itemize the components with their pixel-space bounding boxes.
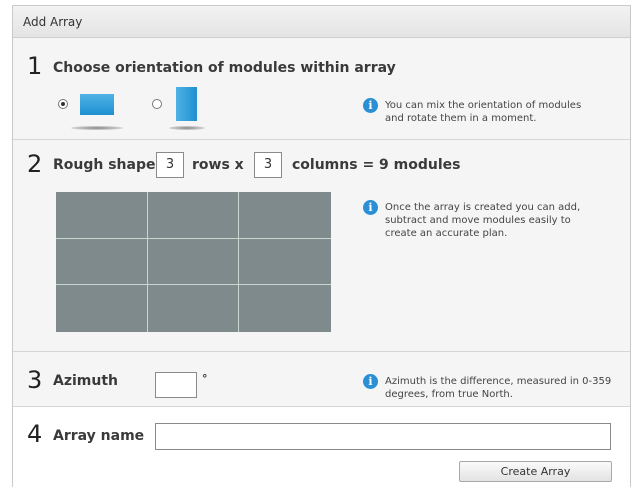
array-name-input[interactable] (155, 423, 611, 450)
columns-input[interactable]: 3 (254, 152, 282, 178)
info-icon: i (363, 98, 378, 113)
azimuth-section: 3 Azimuth ° i Azimuth is the difference,… (13, 352, 630, 407)
info-line: You can mix the orientation of modules (385, 100, 582, 111)
step-number: 2 (27, 150, 43, 178)
create-array-button[interactable]: Create Array (459, 461, 612, 482)
step-number: 3 (27, 366, 43, 394)
info-line: Once the array is created you can add, (385, 202, 581, 213)
array-name-label: Array name (53, 428, 145, 444)
grid-module (239, 285, 331, 332)
grid-module (239, 192, 331, 239)
grid-module (56, 192, 148, 239)
array-name-section: 4 Array name Create Array (13, 407, 630, 487)
landscape-radio[interactable] (58, 99, 68, 109)
info-icon: i (363, 200, 378, 215)
grid-module (147, 238, 240, 286)
array-preview-grid[interactable] (56, 192, 331, 332)
landscape-module-icon[interactable] (80, 94, 114, 115)
module-shadow (169, 126, 205, 130)
info-line: Azimuth is the difference, measured in 0… (385, 376, 612, 387)
degree-symbol: ° (202, 372, 208, 385)
info-icon: i (363, 374, 378, 389)
info-line: and rotate them in a moment. (385, 113, 537, 124)
info-line: degrees, from true North. (385, 389, 513, 400)
step-number: 1 (27, 52, 43, 80)
dialog-titlebar: Add Array (13, 6, 630, 38)
orientation-heading: Choose orientation of modules within arr… (53, 60, 396, 76)
rows-label: rows x (192, 157, 244, 173)
grid-module (147, 192, 240, 239)
info-line: create an accurate plan. (385, 228, 508, 239)
dialog-title: Add Array (23, 15, 83, 29)
columns-label: columns = 9 modules (292, 157, 461, 173)
grid-module (56, 238, 148, 286)
rough-shape-label: Rough shape (53, 157, 156, 173)
azimuth-label: Azimuth (53, 373, 118, 389)
rows-input[interactable]: 3 (156, 152, 184, 178)
grid-module (56, 285, 148, 332)
info-line: subtract and move modules easily to (385, 215, 571, 226)
portrait-radio[interactable] (152, 99, 162, 109)
grid-module (239, 239, 331, 286)
grid-module (148, 285, 240, 332)
portrait-module-icon[interactable] (176, 87, 197, 121)
azimuth-input[interactable] (155, 372, 197, 398)
orientation-section: 1 Choose orientation of modules within a… (13, 38, 630, 140)
shape-section: 2 Rough shape 3 rows x 3 columns = 9 mod… (13, 140, 630, 352)
add-array-dialog: Add Array 1 Choose orientation of module… (12, 5, 631, 487)
module-shadow (71, 126, 123, 130)
step-number: 4 (27, 420, 43, 448)
